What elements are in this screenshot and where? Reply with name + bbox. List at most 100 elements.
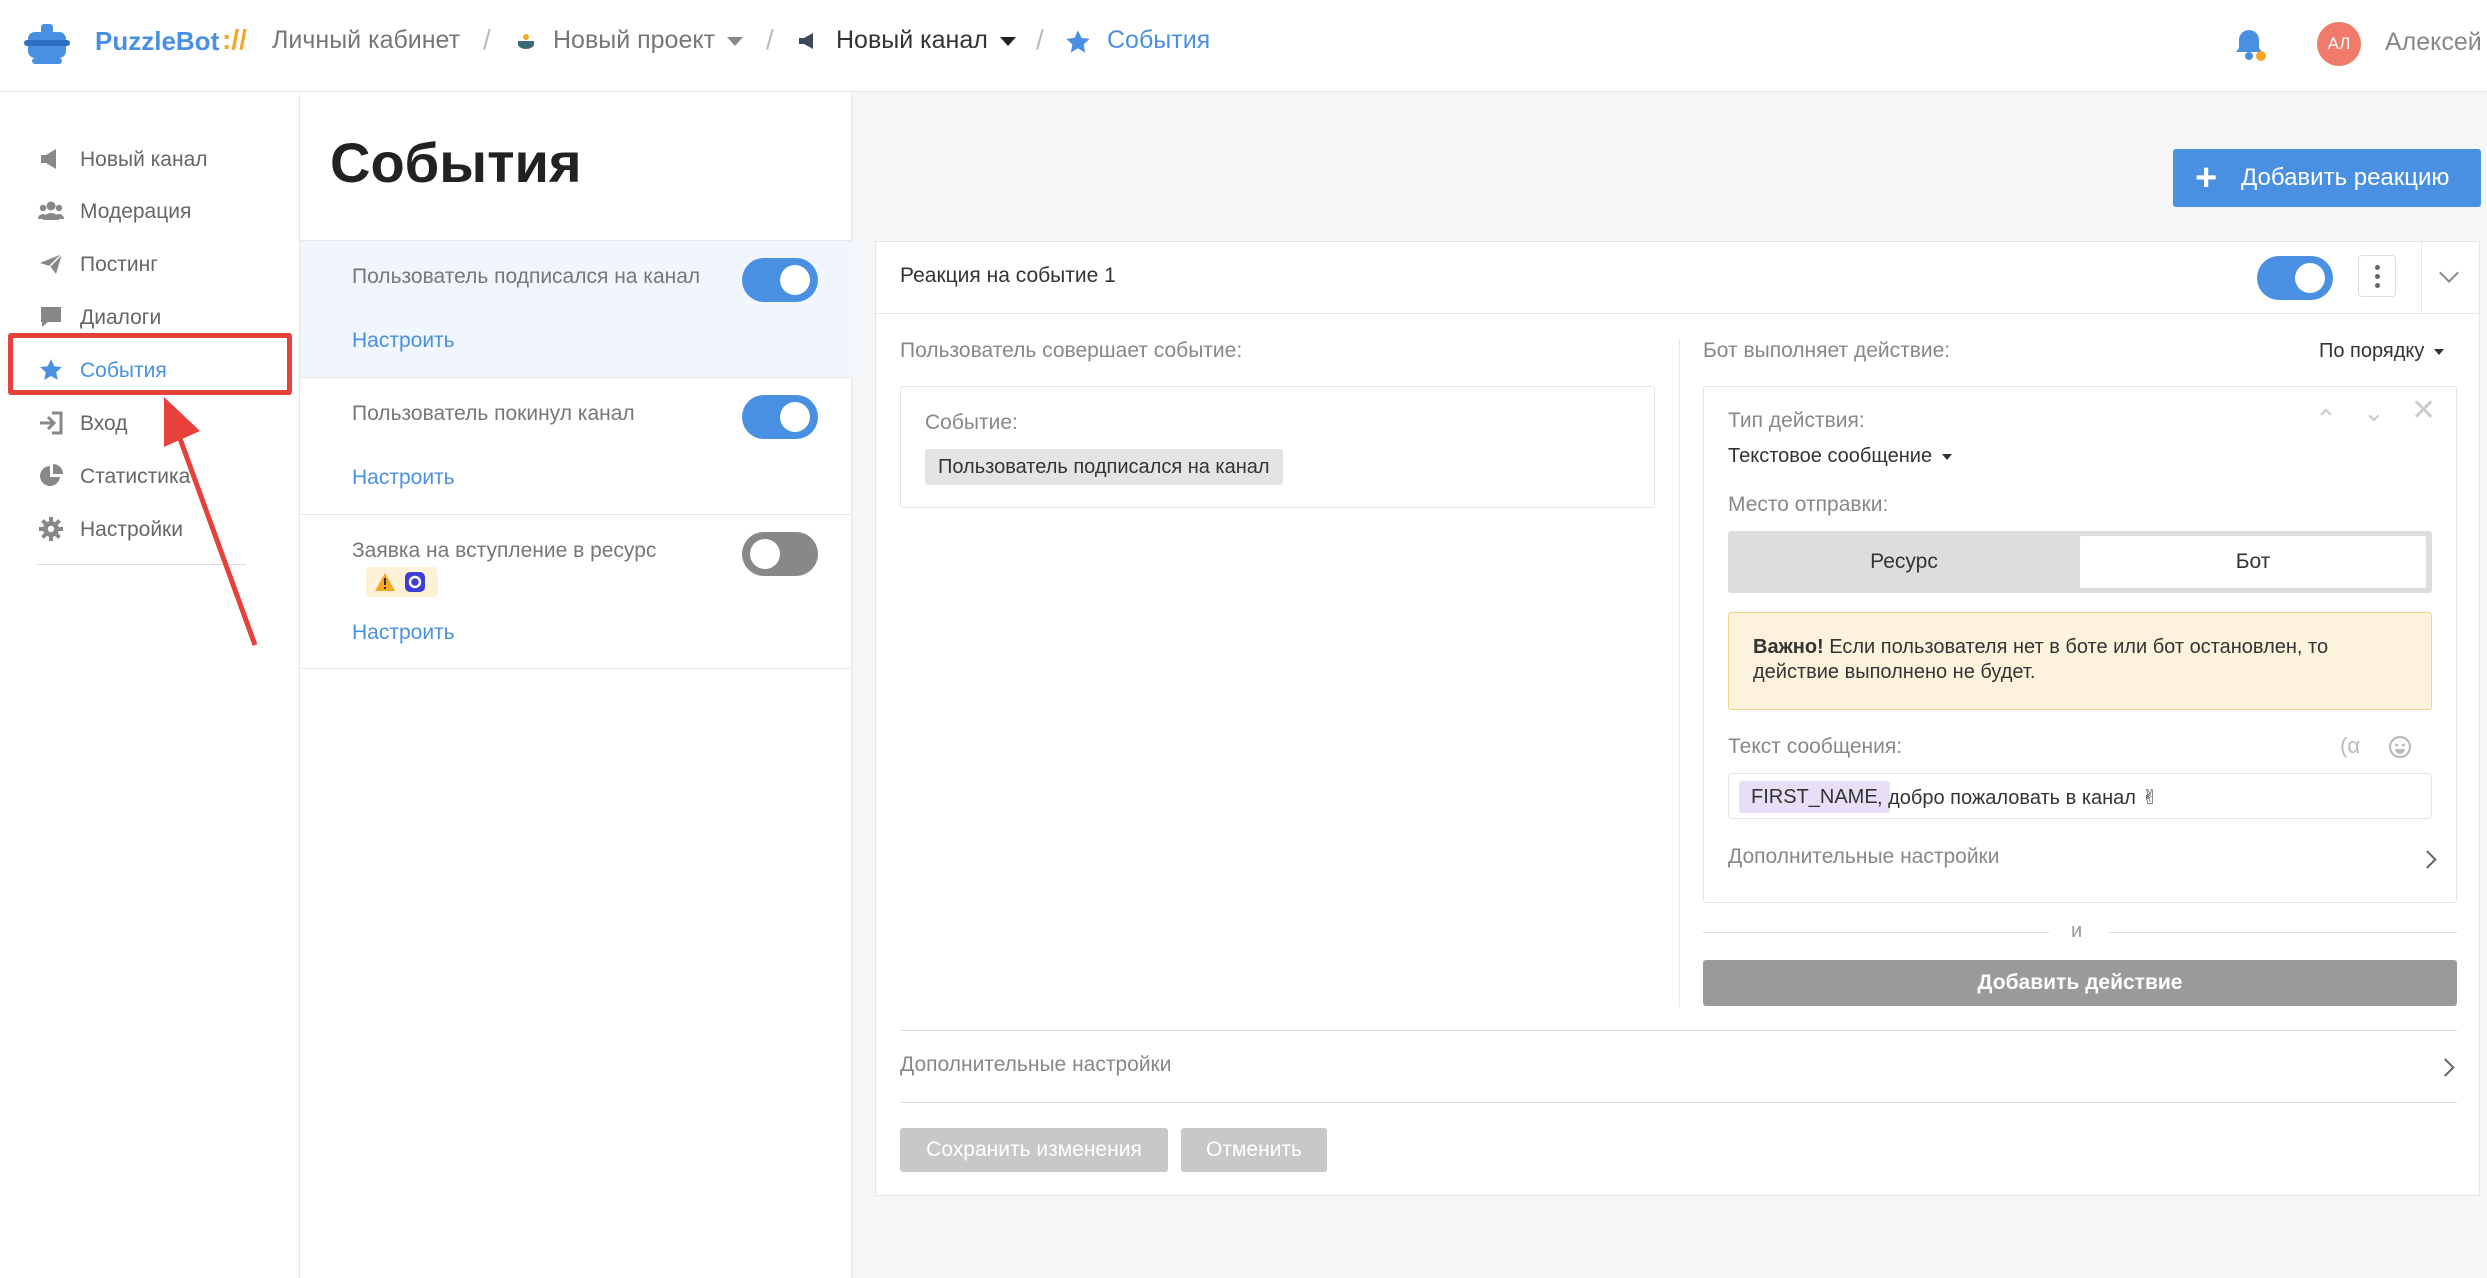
- order-label: По порядку: [2319, 340, 2425, 362]
- event-badges: [366, 567, 438, 597]
- annotation-arrow-icon: [164, 397, 258, 646]
- event-title: Пользователь покинул канал: [352, 402, 635, 425]
- save-button[interactable]: Сохранить изменения: [900, 1128, 1168, 1172]
- breadcrumb-channel-label: Новый канал: [836, 26, 988, 54]
- event-item[interactable]: Пользователь подписался на канал Настрои…: [300, 240, 852, 377]
- action-more-settings[interactable]: Дополнительные настройки: [1728, 845, 1999, 869]
- toggle-knob: [750, 539, 780, 569]
- paper-plane-icon: [40, 253, 63, 274]
- app-badge-icon: [405, 572, 425, 592]
- warning-text: Если пользователя нет в боте или бот ост…: [1753, 636, 2329, 683]
- warning-box: Важно! Если пользователя нет в боте или …: [1728, 612, 2432, 710]
- message-input[interactable]: FIRST_NAME , добро пожаловать в канал ✌: [1728, 773, 2432, 819]
- send-place-segmented: Ресурс Бот: [1728, 531, 2432, 593]
- gear-icon: [39, 517, 63, 541]
- event-label: Событие:: [925, 411, 1018, 434]
- avatar[interactable]: АЛ: [2317, 22, 2361, 66]
- message-text: , добро пожаловать в канал ✌: [1877, 787, 2159, 809]
- message-label: Текст сообщения:: [1728, 735, 1903, 758]
- collapse-chevron-icon[interactable]: [2439, 263, 2459, 283]
- emoji-icon[interactable]: [2388, 735, 2412, 759]
- reaction-toggle[interactable]: [2257, 256, 2333, 300]
- brand-name[interactable]: PuzzleBot: [95, 26, 219, 57]
- toggle-knob: [780, 265, 810, 295]
- sidebar-item-label: Вход: [80, 412, 128, 435]
- caret-down-icon: [2434, 348, 2445, 355]
- chat-icon: [41, 307, 61, 327]
- divider-line: [900, 1030, 2457, 1031]
- events-panel: События Пользователь подписался на канал…: [300, 92, 852, 1278]
- toggle-knob: [2295, 263, 2325, 293]
- toggle-knob: [780, 402, 810, 432]
- move-down-icon[interactable]: ⌄: [2363, 397, 2385, 428]
- divider-line: [1703, 932, 2049, 933]
- add-reaction-label: Добавить реакцию: [2241, 164, 2450, 191]
- top-bar: PuzzleBot :// Личный кабинет / Новый про…: [0, 0, 2487, 92]
- page-title: События: [330, 131, 582, 194]
- chevron-right-icon[interactable]: [2436, 1058, 2455, 1077]
- chevron-down-icon: [999, 36, 1016, 46]
- order-select[interactable]: По порядку: [2319, 340, 2445, 363]
- warning-icon: [375, 573, 395, 591]
- variable-icon[interactable]: (α: [2340, 733, 2360, 759]
- divider-line: [900, 1102, 2457, 1103]
- caret-down-icon: [1942, 453, 1953, 460]
- breadcrumb-separator: /: [766, 24, 774, 55]
- sidebar-item-label: Модерация: [80, 200, 192, 223]
- message-variable-chip[interactable]: FIRST_NAME: [1739, 781, 1890, 813]
- breadcrumb-current[interactable]: События: [1107, 26, 1210, 55]
- reaction-card-header: Реакция на событие 1: [876, 242, 2479, 314]
- event-box: Событие: Пользователь подписался на кана…: [900, 386, 1655, 508]
- add-reaction-button[interactable]: + Добавить реакцию: [2173, 149, 2481, 207]
- user-event-header: Пользователь совершает событие:: [900, 339, 1243, 362]
- users-icon: [38, 201, 64, 220]
- column-divider: [1679, 339, 1680, 1007]
- puzzlebot-logo-icon[interactable]: [24, 22, 70, 66]
- cancel-button[interactable]: Отменить: [1181, 1128, 1327, 1172]
- event-chip[interactable]: Пользователь подписался на канал: [925, 449, 1283, 485]
- move-up-icon[interactable]: ⌃: [2315, 404, 2337, 435]
- action-type-value: Текстовое сообщение: [1728, 445, 1933, 467]
- action-box: ⌃ ⌄ ✕ Тип действия: Текстовое сообщение …: [1703, 386, 2457, 903]
- and-separator: и: [2071, 920, 2083, 942]
- event-toggle[interactable]: [742, 532, 818, 576]
- send-option-resource[interactable]: Ресурс: [1733, 536, 2075, 588]
- breadcrumb-channel[interactable]: Новый канал: [836, 26, 1016, 55]
- highlight-box: [8, 333, 292, 395]
- event-title: Пользователь подписался на канал: [352, 265, 701, 288]
- chevron-down-icon: [727, 36, 744, 46]
- event-toggle[interactable]: [742, 395, 818, 439]
- configure-link[interactable]: Настроить: [352, 621, 455, 645]
- chevron-right-icon[interactable]: [2418, 850, 2437, 869]
- event-title: Заявка на вступление в ресурс: [352, 539, 657, 562]
- action-type-select[interactable]: Текстовое сообщение: [1728, 445, 1953, 468]
- send-place-label: Место отправки:: [1728, 493, 1889, 516]
- username[interactable]: Алексей: [2385, 28, 2482, 57]
- breadcrumb-separator: /: [483, 24, 491, 55]
- breadcrumb-separator: /: [1036, 24, 1044, 55]
- reaction-card: Реакция на событие 1 Пользователь соверш…: [875, 241, 2480, 1196]
- add-action-button[interactable]: Добавить действие: [1703, 960, 2457, 1006]
- event-toggle[interactable]: [742, 258, 818, 302]
- more-settings-row[interactable]: Дополнительные настройки: [900, 1053, 1171, 1077]
- event-item[interactable]: Пользователь покинул канал Настроить: [300, 377, 852, 514]
- header-divider: [2421, 242, 2422, 314]
- pie-chart-icon: [40, 464, 63, 486]
- more-options-icon[interactable]: [2358, 255, 2396, 297]
- bot-action-header: Бот выполняет действие:: [1703, 339, 1951, 362]
- sidebar-item-label: Постинг: [80, 253, 158, 276]
- megaphone-icon: [41, 149, 56, 169]
- action-type-label: Тип действия:: [1728, 409, 1865, 432]
- breadcrumb-project[interactable]: Новый проект: [553, 26, 744, 55]
- event-item[interactable]: Заявка на вступление в ресурс Настроить: [300, 514, 852, 669]
- configure-link[interactable]: Настроить: [352, 466, 455, 490]
- bell-icon[interactable]: [2234, 26, 2268, 62]
- sidebar-item-label: Новый канал: [80, 148, 208, 171]
- project-icon: [518, 34, 534, 49]
- close-icon[interactable]: ✕: [2411, 393, 2436, 428]
- breadcrumb-cabinet[interactable]: Личный кабинет: [272, 26, 460, 55]
- sidebar-item-label: Диалоги: [80, 306, 162, 329]
- sign-in-icon: [40, 411, 63, 435]
- configure-link[interactable]: Настроить: [352, 329, 455, 353]
- send-option-bot[interactable]: Бот: [2080, 536, 2426, 588]
